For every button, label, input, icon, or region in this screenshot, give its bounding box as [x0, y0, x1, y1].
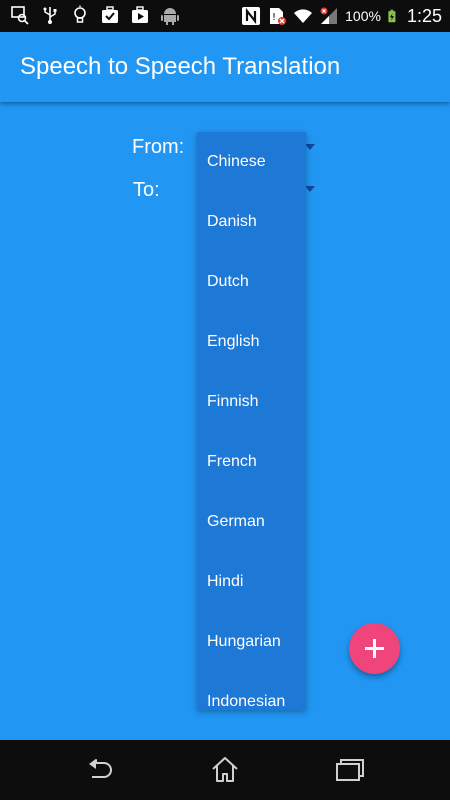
language-dropdown-list[interactable]: Chinese Danish Dutch English Finnish Fre… — [197, 132, 306, 710]
dropdown-item-hungarian[interactable]: Hungarian — [197, 612, 306, 672]
from-label: From: — [132, 136, 185, 158]
app-title: Speech to Speech Translation — [20, 53, 341, 80]
navigation-bar — [0, 740, 450, 800]
recent-apps-icon[interactable] — [334, 754, 366, 786]
screen: ! 100% 1:25 Speech to Speech Translation… — [0, 0, 450, 800]
sim-error-icon: ! — [270, 8, 287, 25]
dropdown-item-danish[interactable]: Danish — [197, 192, 306, 252]
dropdown-item-english[interactable]: English — [197, 312, 306, 372]
to-label: To: — [133, 179, 160, 201]
app-bar: Speech to Speech Translation — [0, 32, 450, 102]
add-fab-button[interactable] — [349, 623, 400, 674]
battery-percent: 100% — [345, 8, 381, 24]
dropdown-item-indonesian[interactable]: Indonesian — [197, 672, 306, 710]
search-photo-icon — [11, 6, 29, 25]
dropdown-item-hindi[interactable]: Hindi — [197, 552, 306, 612]
wifi-icon — [294, 9, 313, 23]
clock: 1:25 — [406, 5, 442, 26]
usb-icon — [43, 7, 57, 24]
play-store-icon — [132, 6, 148, 23]
android-icon — [161, 8, 179, 25]
system-icons: ! 100% 1:25 — [241, 4, 442, 28]
battery-charging-icon — [388, 9, 396, 23]
dropdown-item-finnish[interactable]: Finnish — [197, 372, 306, 432]
dropdown-item-german[interactable]: German — [197, 492, 306, 552]
home-icon[interactable] — [209, 754, 241, 786]
lightbulb-icon — [74, 5, 86, 23]
dropdown-item-french[interactable]: French — [197, 432, 306, 492]
dropdown-item-chinese[interactable]: Chinese — [197, 132, 306, 192]
back-icon[interactable] — [84, 754, 116, 786]
dropdown-item-dutch[interactable]: Dutch — [197, 252, 306, 312]
from-dropdown-arrow-icon[interactable] — [305, 144, 315, 150]
signal-icon — [320, 7, 338, 24]
main-content: From: To: Chinese Danish Dutch English F… — [0, 102, 450, 740]
svg-text:!: ! — [272, 12, 276, 23]
briefcase-check-icon — [102, 6, 118, 23]
to-dropdown-arrow-icon[interactable] — [305, 186, 315, 192]
nfc-icon — [242, 7, 261, 25]
plus-icon — [365, 639, 384, 658]
status-bar: ! 100% 1:25 — [0, 0, 450, 32]
notification-icons — [10, 5, 180, 25]
